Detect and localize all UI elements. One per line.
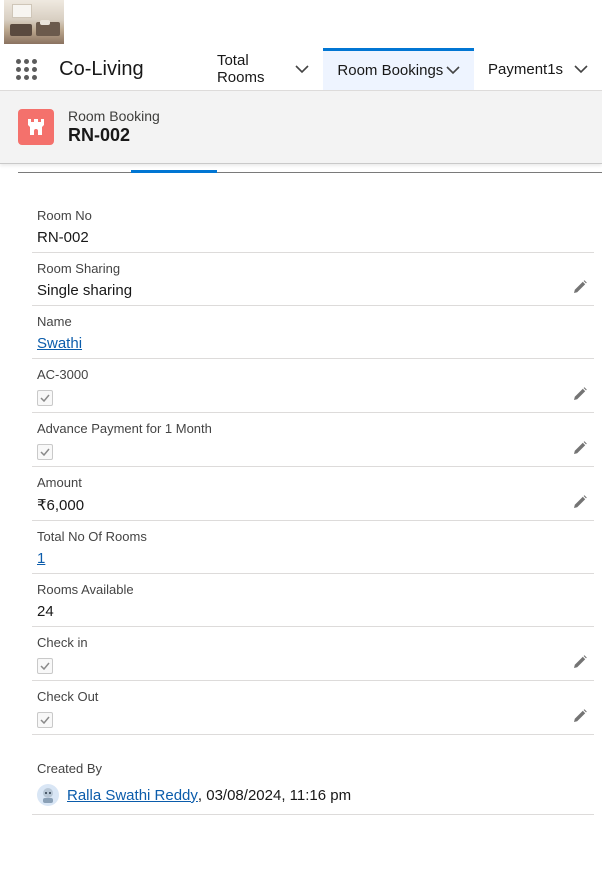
field-label: Room Sharing: [37, 261, 121, 276]
app-name: Co-Living: [59, 57, 144, 80]
field-room-no: Room No RN-002: [32, 200, 594, 253]
check-out-checkbox: [37, 712, 53, 728]
chevron-down-icon[interactable]: [574, 61, 588, 78]
field-total-rooms: Total No Of Rooms 1: [32, 521, 594, 574]
pencil-icon[interactable]: [572, 440, 588, 456]
tab-total-rooms[interactable]: Total Rooms: [207, 48, 323, 90]
field-room-sharing: Room Sharing Single sharing: [32, 253, 594, 306]
created-by-user-link[interactable]: Ralla Swathi Reddy: [67, 787, 198, 804]
detail-tabs-strip: [18, 164, 602, 174]
org-logo-image: [4, 0, 64, 44]
chevron-down-icon[interactable]: [446, 62, 460, 79]
pencil-icon[interactable]: [572, 494, 588, 510]
field-label: AC-3000: [37, 367, 89, 382]
name-link[interactable]: Swathi: [37, 335, 82, 352]
field-advance-payment: Advance Payment for 1 Month: [32, 413, 594, 467]
waffle-icon: [16, 58, 38, 80]
app-launcher-button[interactable]: [0, 48, 47, 90]
avatar: [37, 784, 59, 806]
tab-label: Room Bookings: [337, 62, 444, 79]
field-label: Rooms Available: [37, 582, 134, 597]
total-rooms-link[interactable]: 1: [37, 550, 45, 567]
field-label: Check Out: [37, 689, 99, 704]
chevron-down-icon[interactable]: [295, 61, 309, 78]
check-icon: [40, 394, 50, 402]
field-check-in: Check in: [32, 627, 594, 681]
check-icon: [40, 662, 50, 670]
castle-icon: [18, 109, 54, 145]
ac-checkbox: [37, 390, 53, 406]
field-value: Single sharing: [37, 282, 133, 299]
field-label: Room No: [37, 208, 92, 223]
active-tab-indicator[interactable]: [131, 170, 217, 173]
field-label: Check in: [37, 635, 88, 650]
pencil-icon[interactable]: [572, 279, 588, 295]
field-label: Total No Of Rooms: [37, 529, 147, 544]
tab-room-bookings[interactable]: Room Bookings: [323, 48, 475, 90]
record-detail-fields: Room No RN-002 Room Sharing Single shari…: [0, 174, 602, 815]
field-value: 24: [37, 603, 54, 620]
field-label: Advance Payment for 1 Month: [37, 421, 212, 436]
field-label: Name: [37, 314, 72, 329]
tabs-divider: [18, 172, 602, 173]
field-label: Created By: [37, 761, 103, 776]
pencil-icon[interactable]: [572, 708, 588, 724]
object-type-label: Room Booking: [68, 108, 160, 124]
created-timestamp: , 03/08/2024, 11:16 pm: [197, 786, 352, 804]
tab-label: Total Rooms: [216, 52, 265, 86]
check-in-checkbox: [37, 658, 53, 674]
field-rooms-available: Rooms Available 24: [32, 574, 594, 627]
field-amount: Amount ₹6,000: [32, 467, 594, 521]
field-value: RN-002: [37, 229, 89, 246]
advance-checkbox: [37, 444, 53, 460]
check-icon: [40, 448, 50, 456]
record-title: RN-002: [68, 125, 131, 145]
field-value: ₹6,000: [37, 497, 85, 514]
field-ac: AC-3000: [32, 359, 594, 413]
field-check-out: Check Out: [32, 681, 594, 735]
pencil-icon[interactable]: [572, 654, 588, 670]
field-name: Name Swathi: [32, 306, 594, 359]
pencil-icon[interactable]: [572, 386, 588, 402]
check-icon: [40, 716, 50, 724]
field-created-by: Created By Ralla Swathi Reddy , 03/08/20…: [32, 753, 594, 815]
tab-label: Payment1s: [488, 60, 564, 78]
logo-bar: [0, 0, 602, 48]
app-navbar: Co-Living Total Rooms Room Bookings Paym…: [0, 48, 602, 90]
field-label: Amount: [37, 475, 82, 490]
record-header: Room Booking RN-002: [0, 90, 602, 164]
tab-payment1s[interactable]: Payment1s: [474, 48, 602, 90]
